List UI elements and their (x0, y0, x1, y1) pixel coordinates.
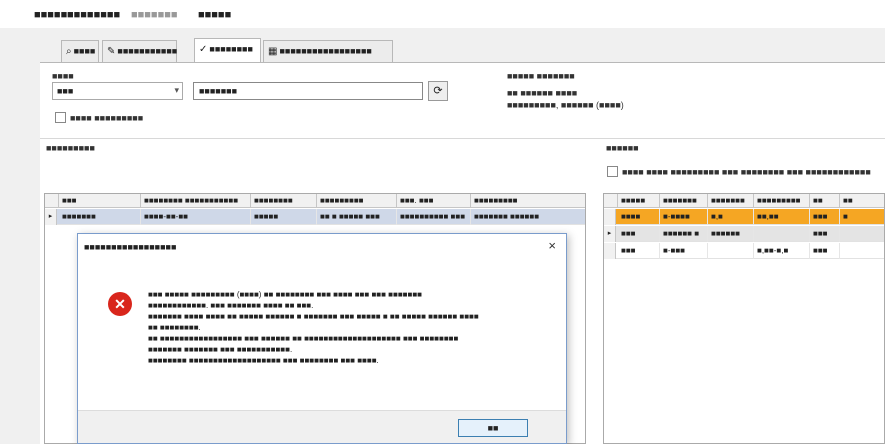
error-icon: ✕ (108, 292, 132, 316)
menu-bar: ■■■■■ ■■■■■■■■ ■■■■■■■ ■■■■■ (0, 0, 885, 28)
patient-name: ■■■■■■■■■, ■■■■■■ (■■■■) (507, 100, 624, 110)
dialog-message-line: ■■■■■■■ ■■■■■■■ ■■■ ■■■■■■■■■■■. (148, 345, 293, 354)
table-row[interactable]: ▸ ■■■■■■■ ■■■■-■■-■■ ■■■■■ ■■ ■ ■■■■■ ■■… (45, 209, 585, 225)
search-input[interactable]: ■■■■■■■ (193, 82, 423, 100)
row-selector-icon: ▸ (45, 209, 57, 225)
analysis-unit-cell: ■■■ (810, 243, 840, 259)
col-lab[interactable]: ■■■. ■■■ (397, 194, 471, 208)
table-row[interactable]: ■■■ ■-■■■ ■,■■-■,■ ■■■ (604, 243, 884, 259)
menu-hjalp[interactable]: ■■■■■ (198, 9, 231, 21)
order-date-cell: ■■■■-■■-■■ (141, 209, 251, 225)
close-icon[interactable]: × (548, 238, 556, 253)
tab-resultat-label: ■■■■■■■■ (209, 44, 253, 54)
order-orderer-cell: ■■■■■■■ ■■■■■■ (471, 209, 585, 225)
dialog-message-line: ■■ ■■■■■■■■■■■■■■■■■ ■■■ ■■■■■■ ■■ ■■■■■… (148, 334, 459, 343)
order-priority-cell: ■■■■■ (251, 209, 317, 225)
menu-redigera[interactable]: ■■■■■■■■ (67, 9, 120, 21)
grid-icon: ▦ (268, 46, 278, 57)
ok-button[interactable]: ■■ (458, 419, 528, 437)
menu-arkiv[interactable]: ■■■■■ (34, 9, 67, 21)
tab-provtagning-label: ■■■■■■■■■■■ (117, 46, 178, 56)
tab-sok[interactable]: ⌕ ■■■■ (61, 40, 99, 62)
row-selector (604, 209, 616, 225)
analysis-extra-cell (840, 226, 884, 242)
dialog-title: ■■■■■■■■■■■■■■■■■ (84, 242, 177, 252)
pencil-icon: ✎ (107, 46, 116, 57)
dialog-footer: ■■ (78, 410, 566, 443)
show-answered-label: ■■■■ ■■■■■■■■■ (70, 113, 144, 123)
order-comment-cell: ■■ ■ ■■■■■ ■■■ (317, 209, 397, 225)
col-planned-date[interactable]: ■■■■■■■■ ■■■■■■■■■■■ (141, 194, 251, 208)
order-section-label: ■■■■■■■■■ (46, 143, 95, 153)
section-divider (40, 138, 885, 139)
col-result[interactable]: ■■■■■■■ (708, 194, 754, 208)
col-priority[interactable]: ■■■■■■■■ (251, 194, 317, 208)
analysis-code-cell: ■■■ (618, 243, 660, 259)
dialog-message-line: ■■■ ■■■■■ ■■■■■■■■■ (■■■■) ■■ ■■■■■■■■ ■… (148, 290, 422, 299)
check-icon: ✓ (199, 44, 208, 55)
patient-id: ■■ ■■■■■■ ■■■■ (507, 88, 578, 98)
analysis-extra-cell (840, 243, 884, 259)
dialog-message-line: ■■■■■■■ ■■■■ ■■■■ ■■ ■■■■■ ■■■■■■ ■ ■■■■… (148, 312, 479, 321)
search-input-value: ■■■■■■■ (199, 86, 238, 96)
analysis-reference-cell: ■■,■■ (754, 209, 810, 225)
analysis-section-label: ■■■■■■ (606, 143, 639, 153)
col-rid[interactable]: ■■■ (59, 194, 141, 208)
order-table-header: ■■■ ■■■■■■■■ ■■■■■■■■■■■ ■■■■■■■■ ■■■■■■… (45, 194, 585, 208)
col-analysis-code[interactable]: ■■■■■ (618, 194, 660, 208)
dialog-message-line: ■■■■■■■■■■■■. ■■■ ■■■■■■■ ■■■■ ■■ ■■■. (148, 301, 314, 310)
show-all-analyses-checkbox[interactable] (607, 166, 618, 177)
analysis-table-header: ■■■■■ ■■■■■■■ ■■■■■■■ ■■■■■■■■■ ■■ ■■ (604, 194, 884, 208)
table-row[interactable]: ▸ ■■■ ■■■■■■ ■ ■■■■■■ ■■■ (604, 226, 884, 242)
show-all-analyses-label: ■■■■ ■■■■ ■■■■■■■■■ ■■■ ■■■■■■■■ ■■■ ■■■… (622, 167, 871, 177)
tab-inkopsregistrering[interactable]: ▦ ■■■■■■■■■■■■■■■■■ (263, 40, 393, 62)
search-label: ■■■■ (52, 71, 74, 81)
analysis-name-cell: ■-■■■ (660, 243, 708, 259)
tab-inkopsregistrering-label: ■■■■■■■■■■■■■■■■■ (279, 46, 372, 56)
search-type-select[interactable]: ■■■ ▾ (52, 82, 183, 100)
col-orderer[interactable]: ■■■■■■■■■ (471, 194, 585, 208)
analysis-code-cell: ■■■ (618, 226, 660, 242)
col-comment[interactable]: ■■■■■■■■■ (317, 194, 397, 208)
row-header-corner (604, 194, 618, 208)
tab-provtagning[interactable]: ✎ ■■■■■■■■■■■ (102, 40, 177, 62)
search-icon: ⌕ (66, 46, 72, 57)
row-header-corner (45, 194, 59, 208)
analysis-reference-cell (754, 226, 810, 242)
dialog-message-line: ■■■■■■■■ ■■■■■■■■■■■■■■■■■■■ ■■■ ■■■■■■■… (148, 356, 379, 365)
col-reference[interactable]: ■■■■■■■■■ (754, 194, 810, 208)
col-analysis[interactable]: ■■■■■■■ (660, 194, 708, 208)
tab-sok-label: ■■■■ (73, 46, 96, 56)
col-unit[interactable]: ■■ (810, 194, 840, 208)
table-row[interactable]: ■■■■ ■-■■■■ ■,■ ■■,■■ ■■■ ■ (604, 209, 884, 225)
refresh-icon: ⟳ (433, 85, 443, 97)
show-answered-checkbox[interactable] (55, 112, 66, 123)
col-extra[interactable]: ■■ (840, 194, 884, 208)
analysis-unit-cell: ■■■ (810, 226, 840, 242)
order-lab-cell: ■■■■■■■■■■ ■■■ (397, 209, 471, 225)
analysis-unit-cell: ■■■ (810, 209, 840, 225)
menu-verktyg[interactable]: ■■■■■■■ (131, 9, 178, 21)
refresh-button[interactable]: ⟳ (428, 81, 448, 101)
chevron-down-icon: ▾ (174, 85, 179, 95)
order-rid-cell: ■■■■■■■ (59, 209, 141, 225)
analysis-reference-cell: ■,■■-■,■ (754, 243, 810, 259)
analysis-result-cell: ■,■ (708, 209, 754, 225)
analysis-name-cell: ■■■■■■ ■ (660, 226, 708, 242)
tab-resultat[interactable]: ✓ ■■■■■■■■ (194, 38, 261, 62)
row-selector-icon: ▸ (604, 226, 616, 242)
analysis-name-cell: ■-■■■■ (660, 209, 708, 225)
row-selector (604, 243, 616, 259)
analysis-result-cell: ■■■■■■ (708, 226, 754, 242)
analysis-table: ■■■■■ ■■■■■■■ ■■■■■■■ ■■■■■■■■■ ■■ ■■ ■■… (603, 193, 885, 444)
error-dialog: ■■■■■■■■■■■■■■■■■ × ✕ ■■■ ■■■■■ ■■■■■■■■… (77, 233, 567, 444)
analysis-code-cell: ■■■■ (618, 209, 660, 225)
search-type-value: ■■■ (57, 86, 74, 96)
patient-label: ■■■■■ ■■■■■■■ (507, 71, 575, 81)
analysis-result-cell (708, 243, 754, 259)
dialog-message-line: ■■ ■■■■■■■■. (148, 323, 201, 332)
analysis-extra-cell: ■ (840, 209, 884, 225)
